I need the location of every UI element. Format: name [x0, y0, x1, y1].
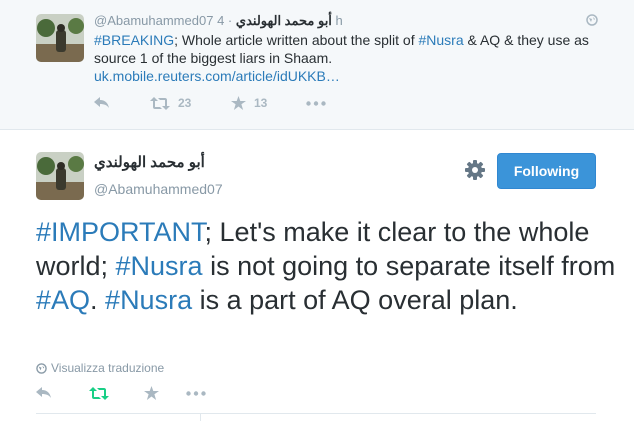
- star-icon: [231, 96, 246, 110]
- retweet-icon: [89, 386, 109, 400]
- reply-button[interactable]: [94, 97, 150, 109]
- tweet-text-segment: is a part of AQ overal plan.: [192, 285, 518, 315]
- divider: [36, 413, 596, 414]
- avatar[interactable]: [36, 152, 84, 200]
- more-button[interactable]: [306, 100, 326, 106]
- gear-icon[interactable]: [465, 160, 485, 185]
- display-name[interactable]: أبو محمد الهولندي: [236, 13, 332, 28]
- context-tweet[interactable]: @Abamuhammed07 أبو محمد الهولندي · 4 h #…: [0, 0, 634, 130]
- tweet-text-segment: ; Whole article written about the split …: [174, 32, 419, 48]
- translate-label: Visualizza traduzione: [51, 361, 165, 375]
- retweet-button[interactable]: 23: [150, 96, 231, 110]
- tweet-link[interactable]: uk.mobile.reuters.com/article/idUKKB…: [94, 68, 340, 84]
- tweet-text: #BREAKING; Whole article written about t…: [94, 31, 604, 85]
- more-icon: [186, 390, 206, 396]
- favorite-button[interactable]: [144, 386, 186, 400]
- retweet-icon: [150, 96, 170, 110]
- hashtag-link[interactable]: #Nusra: [105, 285, 192, 315]
- tweet-text-segment: .: [90, 285, 106, 315]
- handle[interactable]: @Abamuhammed07: [94, 181, 223, 197]
- globe-icon: [586, 13, 598, 31]
- tweet-actions: 23 13: [94, 96, 326, 110]
- hashtag-link[interactable]: #AQ: [36, 285, 90, 315]
- retweet-count: 23: [178, 96, 192, 110]
- reply-button[interactable]: [36, 387, 89, 399]
- display-name[interactable]: أبو محمد الهولندي: [94, 153, 205, 171]
- following-button[interactable]: Following: [497, 153, 596, 189]
- handle[interactable]: @Abamuhammed07: [94, 13, 213, 28]
- separator: ·: [227, 13, 233, 28]
- tweet-actions: [36, 386, 206, 400]
- favorite-button[interactable]: 13: [231, 96, 306, 110]
- avatar[interactable]: [36, 14, 84, 62]
- tweet-text-segment: is not going to separate itself from: [202, 251, 616, 281]
- hashtag-link[interactable]: #Nusra: [418, 32, 463, 48]
- tweet-header: @Abamuhammed07 أبو محمد الهولندي · 4 h: [94, 13, 343, 29]
- retweet-button[interactable]: [89, 386, 144, 400]
- divider: [200, 413, 201, 421]
- star-icon: [144, 386, 159, 400]
- favorite-count: 13: [254, 96, 268, 110]
- reply-icon: [36, 387, 51, 398]
- more-icon: [306, 100, 326, 106]
- globe-icon: [36, 362, 47, 374]
- reply-icon: [94, 97, 109, 108]
- more-button[interactable]: [186, 390, 206, 396]
- hashtag-link[interactable]: #BREAKING: [94, 32, 174, 48]
- translate-link[interactable]: Visualizza traduzione: [36, 361, 164, 375]
- tweet-text: #IMPORTANT; Let's make it clear to the w…: [36, 215, 616, 317]
- hashtag-link[interactable]: #IMPORTANT: [36, 217, 205, 247]
- hashtag-link[interactable]: #Nusra: [116, 251, 203, 281]
